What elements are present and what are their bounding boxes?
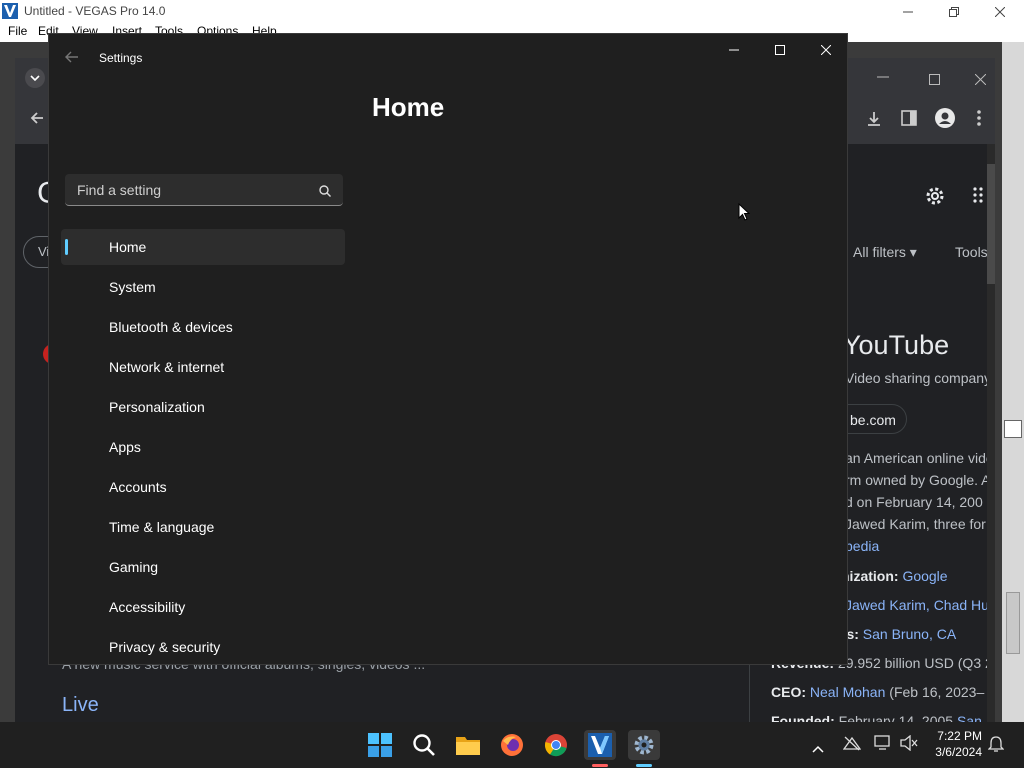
taskbar: 7:22 PM 3/6/2024 — [0, 722, 1024, 768]
running-indicator — [592, 764, 608, 767]
settings-window: Settings Home Home System Bluetooth & de… — [48, 33, 848, 665]
kp-fact-row: nization: Google — [841, 568, 948, 584]
zoom-slider[interactable] — [1006, 592, 1020, 654]
back-arrow-icon[interactable] — [65, 48, 79, 67]
vegas-close-button[interactable] — [977, 0, 1023, 24]
back-arrow-icon[interactable] — [29, 110, 45, 130]
mouse-cursor-icon — [738, 202, 751, 225]
download-icon[interactable] — [865, 110, 883, 132]
sidebar-item-apps[interactable]: Apps — [61, 429, 345, 465]
menu-file[interactable]: File — [8, 24, 27, 38]
kp-subtitle: Video sharing company — [845, 370, 992, 386]
kp-source-link[interactable]: pedia — [845, 538, 879, 554]
kp-description-line: Jawed Karim, three for — [845, 516, 986, 532]
sidebar-item-label: Home — [109, 239, 147, 255]
chrome-minimize-button[interactable] — [877, 68, 889, 87]
kp-fact-row: rs: San Bruno, CA — [841, 626, 957, 642]
chrome-scrollbar[interactable] — [987, 144, 995, 722]
kp-description-line: an American online vide — [845, 450, 994, 466]
sidebar-item-label: System — [109, 279, 156, 295]
sidebar-item-home[interactable]: Home — [61, 229, 345, 265]
sidebar-item-label: Bluetooth & devices — [109, 319, 233, 335]
settings-nav: Home System Bluetooth & devices Network … — [61, 229, 345, 664]
sidebar-item-accounts[interactable]: Accounts — [61, 469, 345, 505]
search-icon[interactable] — [319, 182, 333, 197]
tab-search-button[interactable] — [25, 68, 45, 88]
profile-avatar-icon[interactable] — [935, 108, 955, 132]
kp-fact-row: Jawed Karim, Chad Hu — [845, 597, 989, 613]
sidebar-item-label: Time & language — [109, 519, 215, 535]
kp-fact-row: CEO: Neal Mohan (Feb 16, 2023– — [771, 684, 985, 700]
sidebar-item-label: Network & internet — [109, 359, 225, 375]
vegas-restore-button[interactable] — [931, 0, 977, 24]
clock-date[interactable]: 3/6/2024 — [928, 745, 982, 759]
live-link[interactable]: Live — [62, 694, 99, 717]
settings-search-box[interactable] — [65, 174, 343, 206]
chrome-menu-icon[interactable] — [977, 110, 981, 130]
kp-title: YouTube — [843, 330, 950, 360]
chrome-close-button[interactable] — [974, 70, 987, 89]
active-app-indicator — [636, 764, 652, 767]
chrome-maximize-button[interactable] — [929, 70, 940, 89]
scrollbar-thumb[interactable] — [987, 164, 995, 284]
all-filters-button[interactable]: All filters ▾ — [853, 244, 917, 261]
start-icon[interactable] — [364, 730, 396, 760]
kp-description-line: d on February 14, 200 — [845, 494, 983, 510]
sidebar-item-label: Privacy & security — [109, 639, 221, 655]
vegas-window-title: Untitled - VEGAS Pro 14.0 — [24, 4, 166, 18]
marker-icon[interactable] — [1004, 420, 1022, 438]
settings-icon[interactable] — [628, 730, 660, 760]
page-title: Home — [372, 92, 445, 122]
sidebar-item-label: Accessibility — [109, 599, 186, 615]
sidebar-item-label: Personalization — [109, 399, 205, 415]
google-apps-icon[interactable] — [973, 186, 985, 208]
sidebar-item-accessibility[interactable]: Accessibility — [61, 589, 345, 625]
settings-minimize-button[interactable] — [711, 34, 757, 66]
display-icon[interactable] — [874, 735, 892, 755]
vegas-titlebar: Untitled - VEGAS Pro 14.0 — [0, 0, 1024, 24]
search-input[interactable] — [75, 174, 309, 206]
sidebar-item-label: Accounts — [109, 479, 167, 495]
sidebar-item-label: Gaming — [109, 559, 159, 575]
firefox-icon[interactable] — [496, 730, 528, 760]
clock-time[interactable]: 7:22 PM — [932, 729, 982, 743]
vegas-right-toolbar — [1002, 42, 1024, 722]
chevron-up-icon[interactable] — [812, 738, 824, 757]
sidebar-item-label: Apps — [109, 439, 141, 455]
sidebar-item-network-internet[interactable]: Network & internet — [61, 349, 345, 385]
network-disconnected-icon[interactable] — [842, 735, 862, 755]
file-explorer-icon[interactable] — [452, 730, 484, 760]
settings-close-button[interactable] — [803, 34, 847, 66]
side-panel-icon[interactable] — [901, 110, 917, 130]
vegas-logo-icon — [2, 3, 18, 19]
settings-window-title: Settings — [99, 51, 143, 65]
chrome-icon[interactable] — [540, 730, 572, 760]
vegas-icon[interactable] — [584, 730, 616, 760]
volume-muted-icon[interactable] — [900, 734, 918, 755]
settings-maximize-button[interactable] — [757, 34, 803, 66]
kp-description-line: rm owned by Google. A — [845, 472, 991, 488]
sidebar-item-privacy-security[interactable]: Privacy & security — [61, 629, 345, 664]
sidebar-item-personalization[interactable]: Personalization — [61, 389, 345, 425]
sidebar-item-system[interactable]: System — [61, 269, 345, 305]
search-icon[interactable] — [408, 730, 440, 760]
notification-bell-icon[interactable] — [987, 735, 1005, 757]
sidebar-item-gaming[interactable]: Gaming — [61, 549, 345, 585]
sidebar-item-time-language[interactable]: Time & language — [61, 509, 345, 545]
google-settings-icon[interactable] — [923, 184, 947, 212]
vegas-minimize-button[interactable] — [885, 0, 931, 24]
tools-button[interactable]: Tools — [955, 244, 988, 260]
active-indicator — [65, 239, 68, 255]
sidebar-item-bluetooth-devices[interactable]: Bluetooth & devices — [61, 309, 345, 345]
divider — [749, 664, 750, 722]
